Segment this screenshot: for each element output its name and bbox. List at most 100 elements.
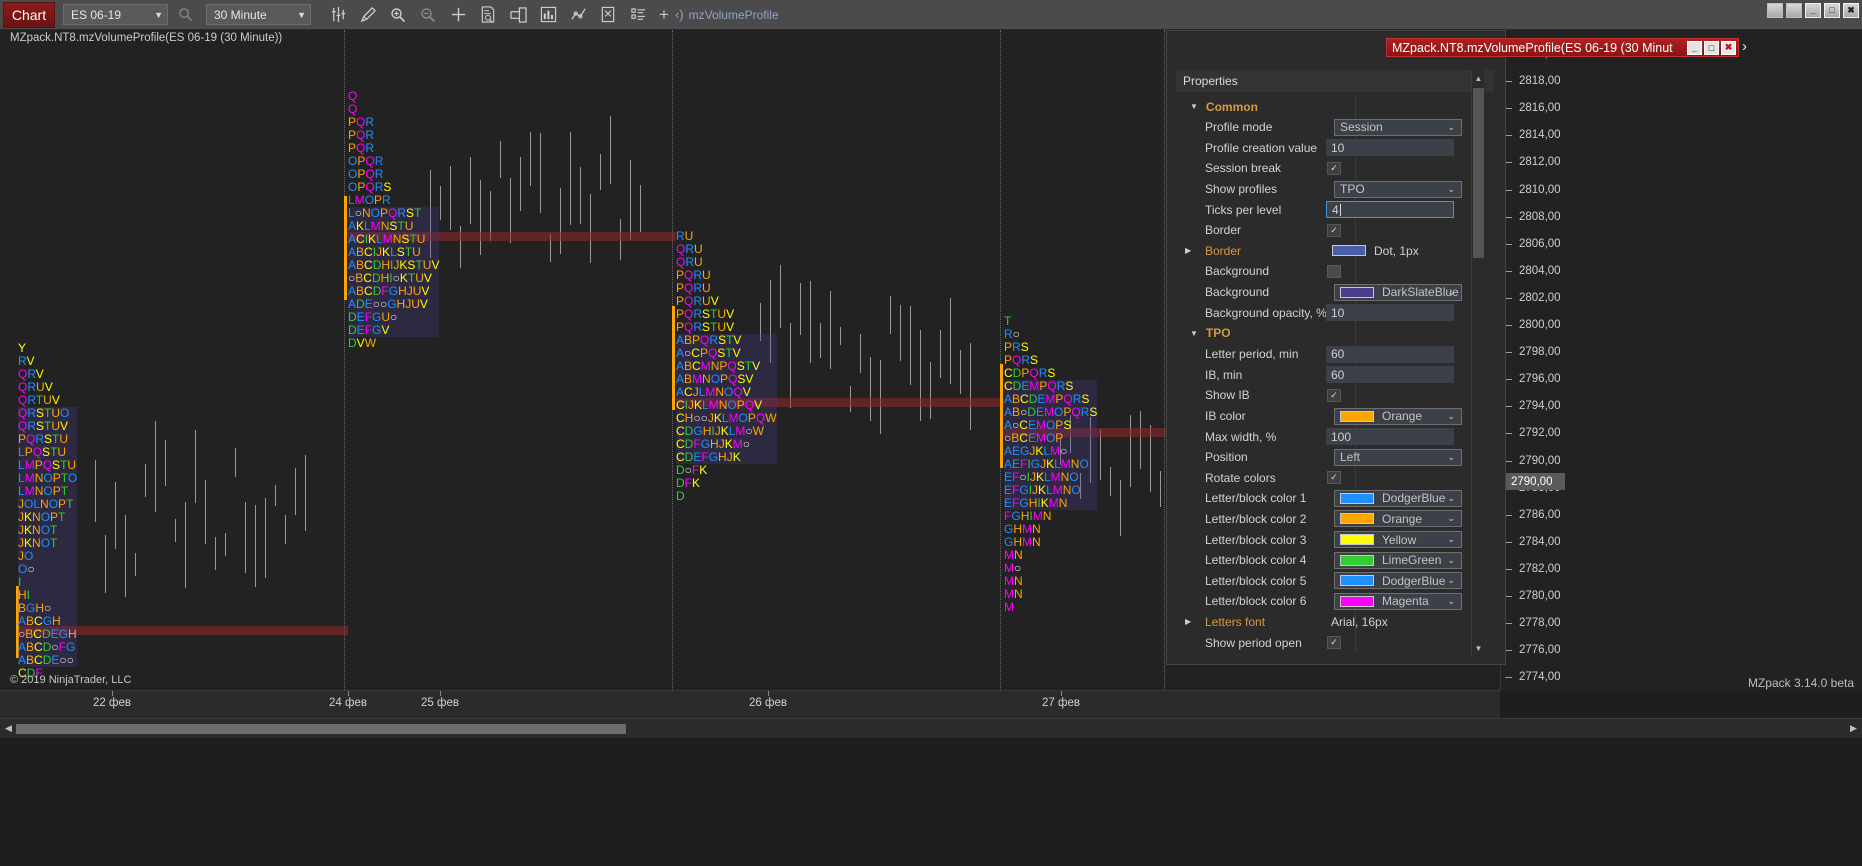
minimize-button[interactable]: _ [1805,3,1821,18]
maximize-button[interactable]: □ [1824,3,1840,18]
tpo-letter: M [1004,561,1014,575]
property-color-dropdown[interactable]: Magenta ⌄ [1334,592,1462,610]
tpo-letter: ○ [1019,470,1027,484]
tpo-letter: G [1019,483,1029,497]
tpo-letter: T [1004,314,1012,328]
tpo-letter: K [694,398,703,412]
price-tick [1505,541,1512,543]
properties-minimize-button[interactable]: _ [1687,40,1702,55]
property-input[interactable]: 60 [1326,345,1454,363]
indicators-icon[interactable] [535,2,561,28]
tpo-letter: V [26,354,35,368]
copyright-label: © 2019 NinjaTrader, LLC [10,674,132,686]
price-bar [630,159,631,240]
close-button[interactable]: ✖ [1843,3,1859,18]
interval-selector[interactable]: 30 Minute ▼ [206,4,311,25]
property-checkbox[interactable]: ✓ [1327,636,1341,650]
tpo-letter: W [364,336,377,350]
tpo-letter: ○ [372,297,380,311]
property-color-dropdown[interactable]: DodgerBlue ⌄ [1334,489,1462,507]
search-icon[interactable] [172,2,198,28]
price-axis[interactable]: 2820,002818,002816,002814,002812,002810,… [1493,30,1862,690]
property-stroke-value[interactable]: Dot, 1px [1326,242,1454,259]
restore-button[interactable] [1786,3,1802,18]
property-input[interactable]: 10 [1326,304,1454,322]
tpo-letter: O [18,562,28,576]
scroll-left-icon[interactable]: ◀ [2,722,15,735]
tpo-letter: V [51,393,60,407]
scroll-up-icon[interactable]: ▲ [1473,72,1484,84]
property-checkbox[interactable]: ✓ [1327,471,1341,485]
time-axis[interactable]: 22 фев 24 фев 25 фев 26 фев 27 фев [0,690,1500,718]
property-checkbox[interactable]: ✓ [1327,388,1341,402]
properties-icon[interactable] [625,2,651,28]
property-group-common[interactable]: ▼ Common [1176,96,1471,117]
properties-scrollbar-thumb[interactable] [1473,88,1484,258]
properties-title-bar[interactable]: MZpack.NT8.mzVolumeProfile(ES 06-19 (30 … [1386,38,1739,57]
property-colorbox[interactable] [1327,264,1341,278]
tpo-letter: K [24,523,33,537]
properties-maximize-button[interactable]: □ [1704,40,1719,55]
property-color-dropdown[interactable]: Orange ⌄ [1334,407,1462,425]
price-bar [950,297,951,385]
property-color-dropdown[interactable]: DodgerBlue ⌄ [1334,572,1462,590]
chevron-right-icon[interactable]: ▶ [1185,617,1191,626]
active-indicator-label[interactable]: mzVolumeProfile [689,8,779,22]
scroll-right-icon[interactable]: ▶ [1847,722,1860,735]
data-series-icon[interactable] [325,2,351,28]
zoom-in-icon[interactable] [385,2,411,28]
property-input[interactable]: 60 [1326,366,1454,384]
property-colorbox-cell [1326,263,1454,280]
tpo-letter: H [380,271,390,285]
crosshair-icon[interactable] [445,2,471,28]
price-bar [610,116,611,184]
data-box-icon[interactable] [475,2,501,28]
tpo-letter: D [676,463,685,477]
property-row: Background [1176,261,1471,282]
tpo-letter: Q [1012,353,1022,367]
property-group-tpo[interactable]: ▼ TPO [1176,323,1471,344]
property-dropdown[interactable]: Session ⌄ [1334,118,1462,136]
restore-all-button[interactable] [1767,3,1783,18]
property-color-dropdown[interactable]: Yellow ⌄ [1334,531,1462,549]
property-input[interactable]: 100 [1326,428,1454,446]
property-input[interactable]: 4 [1326,201,1454,219]
property-checkbox[interactable]: ✓ [1327,161,1341,175]
property-input[interactable]: 10 [1326,139,1454,157]
drawing-tools-icon[interactable] [355,2,381,28]
instrument-selector[interactable]: ES 06-19 ▼ [63,4,168,25]
property-dropdown[interactable]: Left ⌄ [1334,448,1462,466]
tpo-letter: G [372,310,382,324]
chevron-right-icon[interactable]: ▶ [1185,246,1191,255]
property-color-dropdown[interactable]: Orange ⌄ [1334,510,1462,528]
tpo-letter: Q [18,367,28,381]
property-row: Max width, % 100 [1176,426,1471,447]
chart-template-icon[interactable] [595,2,621,28]
price-axis-label: 2780,00 [1519,590,1561,602]
tpo-letter: B [26,614,35,628]
properties-scrollbar[interactable]: ▲ ▼ [1471,70,1484,656]
property-font-value[interactable]: Arial, 16px [1326,613,1454,630]
expand-panel-icon[interactable]: › [1742,38,1747,55]
property-checkbox[interactable]: ✓ [1327,223,1341,237]
tpo-letter: K [356,219,365,233]
scroll-down-icon[interactable]: ▼ [1473,642,1484,654]
tpo-letter: S [383,180,392,194]
tpo-letter: D [41,627,51,641]
strategies-icon[interactable] [565,2,591,28]
zoom-out-icon[interactable] [415,2,441,28]
add-indicator-button[interactable]: + [659,5,669,25]
tpo-letter: K [368,232,377,246]
chart-tab[interactable]: Chart [3,1,55,28]
property-color-dropdown[interactable]: DarkSlateBlue ⌄ [1334,283,1462,301]
property-color-dropdown[interactable]: LimeGreen ⌄ [1334,551,1462,569]
chevron-down-icon: ⌄ [1447,492,1455,503]
horizontal-scrollbar[interactable]: ◀ ▶ [0,718,1862,738]
tpo-letter: B [1012,392,1021,406]
speaker-icon[interactable]: ‹) [675,7,684,22]
scrollbar-thumb[interactable] [16,724,626,734]
property-dropdown[interactable]: TPO ⌄ [1334,180,1462,198]
properties-close-button[interactable]: ✖ [1721,40,1736,55]
properties-header: Properties [1176,70,1494,92]
chart-trader-icon[interactable] [505,2,531,28]
